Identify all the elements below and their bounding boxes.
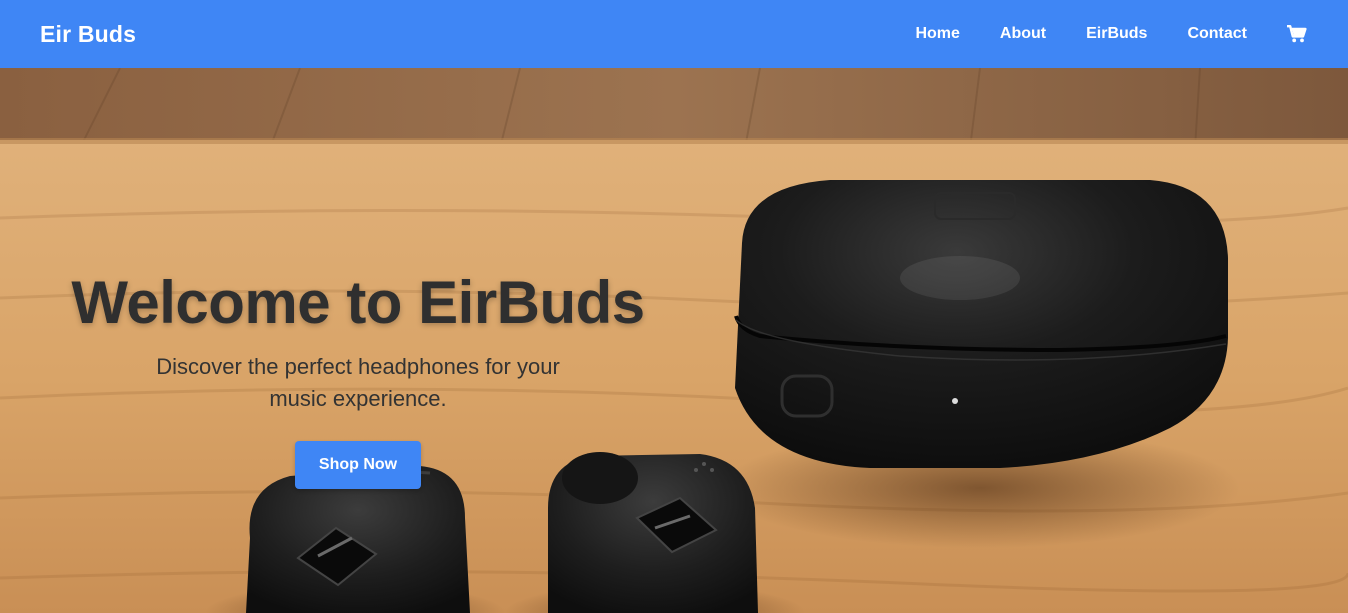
hero-subtitle: Discover the perfect headphones for your… xyxy=(156,354,560,411)
nav-links: Home About EirBuds Contact xyxy=(915,23,1308,45)
nav-contact-link[interactable]: Contact xyxy=(1187,25,1247,43)
hero-title: Welcome to EirBuds xyxy=(71,269,645,336)
hero-section: Welcome to EirBuds Discover the perfect … xyxy=(0,68,1348,613)
nav-home-link[interactable]: Home xyxy=(915,25,959,43)
nav-about-link[interactable]: About xyxy=(1000,25,1046,43)
hero-content: Welcome to EirBuds Discover the perfect … xyxy=(60,268,656,489)
navbar: Eir Buds Home About EirBuds Contact xyxy=(0,0,1348,68)
shop-now-button[interactable]: Shop Now xyxy=(294,441,422,489)
brand-logo[interactable]: Eir Buds xyxy=(40,21,136,48)
cart-icon[interactable] xyxy=(1286,23,1308,45)
nav-eirbuds-link[interactable]: EirBuds xyxy=(1086,25,1147,43)
